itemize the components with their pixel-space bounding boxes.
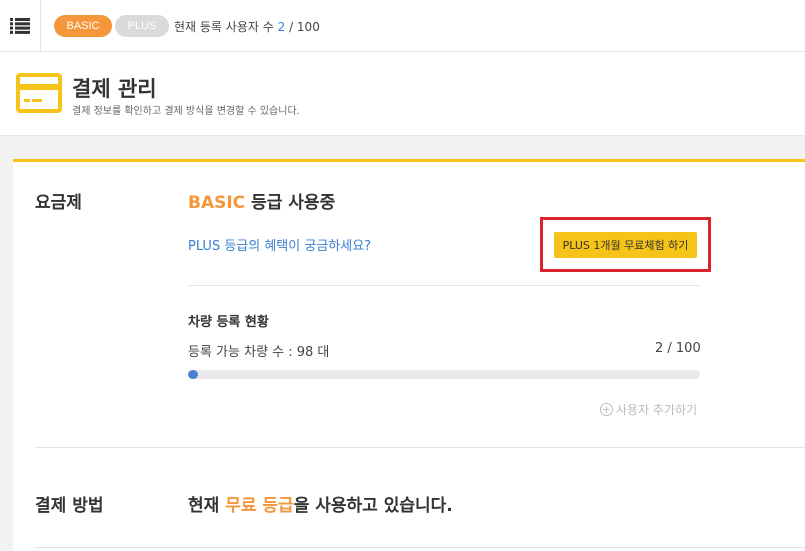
payment-prefix: 현재 (188, 496, 220, 516)
available-vehicles: 등록 가능 차량 수 : 98 대 (188, 345, 330, 360)
plan-grade-suffix: 등급 사용중 (251, 193, 336, 213)
registration-ratio: 2 / 100 (655, 341, 701, 356)
add-user-label: 사용자 추가하기 (616, 403, 698, 417)
add-user-button[interactable]: + 사용자 추가하기 (600, 401, 697, 418)
plus-trial-button[interactable]: PLUS 1개월 무료체험 하기 (554, 232, 697, 258)
top-bar: BASIC PLUS 현재 등록 사용자 수 2 / 100 (0, 0, 805, 52)
registration-progress-bar (188, 370, 700, 379)
user-count-label: 현재 등록 사용자 수 (174, 20, 274, 34)
registration-title: 차량 등록 현황 (188, 315, 269, 330)
payment-section-label: 결제 방법 (35, 496, 104, 516)
user-count: 현재 등록 사용자 수 2 / 100 (174, 18, 320, 35)
current-plan-title: BASIC 등급 사용중 (188, 188, 335, 213)
add-circle-icon: + (600, 403, 613, 416)
plan-section-label: 요금제 (35, 193, 82, 213)
section-divider (35, 547, 805, 548)
user-count-current: 2 (277, 20, 286, 34)
payment-accent: 무료 등급 (225, 496, 294, 516)
credit-card-icon (16, 73, 62, 113)
payment-status: 현재 무료 등급을 사용하고 있습니다. (188, 491, 453, 516)
plus-badge: PLUS (115, 15, 169, 37)
user-count-total: / 100 (289, 20, 320, 34)
basic-badge: BASIC (54, 15, 112, 37)
trial-highlight-box: PLUS 1개월 무료체험 하기 (540, 217, 711, 272)
page-description: 결제 정보를 확인하고 결제 방식을 변경할 수 있습니다. (72, 106, 300, 117)
page-title: 결제 관리 (72, 77, 157, 101)
section-divider (35, 447, 805, 448)
plan-grade: BASIC (188, 193, 246, 213)
page-header: 결제 관리 결제 정보를 확인하고 결제 방식을 변경할 수 있습니다. (0, 52, 805, 136)
progress-fill (188, 370, 199, 379)
plus-benefit-link[interactable]: PLUS 등급의 혜택이 궁금하세요? (188, 235, 371, 254)
list-menu-icon[interactable] (0, 0, 41, 51)
billing-panel: 요금제 BASIC 등급 사용중 PLUS 등급의 혜택이 궁금하세요? PLU… (13, 159, 805, 551)
divider (188, 285, 700, 286)
payment-suffix: 을 사용하고 있습니다. (293, 496, 453, 516)
